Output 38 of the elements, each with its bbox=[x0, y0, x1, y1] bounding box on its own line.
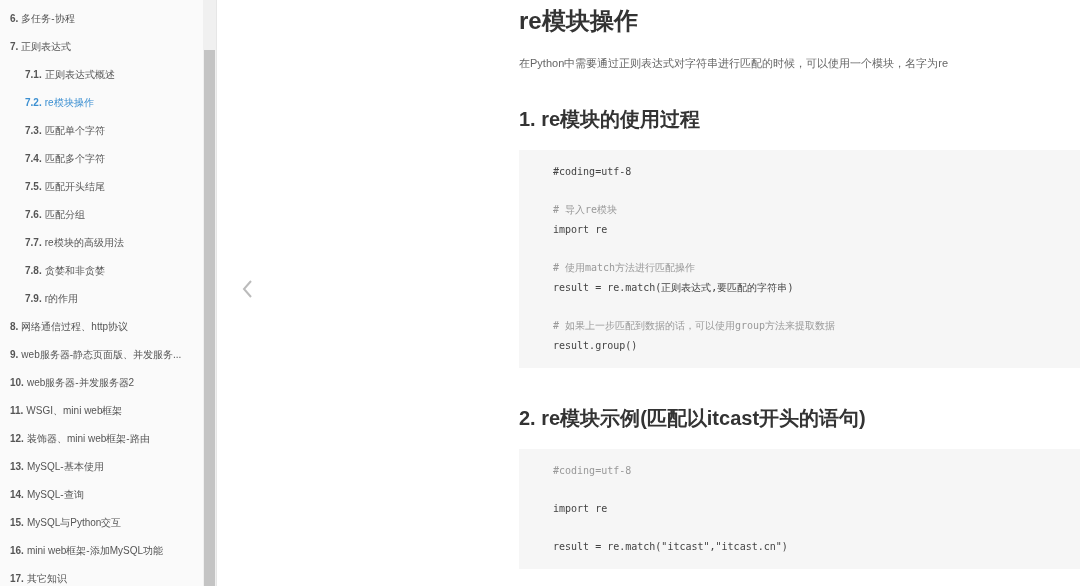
toc-link[interactable]: 13. MySQL-基本使用 bbox=[0, 453, 203, 481]
toc-link[interactable]: 7.4. 匹配多个字符 bbox=[0, 145, 203, 173]
code-comment: # 使用match方法进行匹配操作 bbox=[553, 261, 697, 275]
section-heading: 2. re模块示例(匹配以itcast开头的语句) bbox=[519, 406, 867, 431]
toc-link[interactable]: 11. WSGI、mini web框架 bbox=[0, 397, 203, 425]
toc-link[interactable]: 7.6. 匹配分组 bbox=[0, 201, 203, 229]
code-line: import re bbox=[553, 502, 609, 516]
toc-link[interactable]: 7.9. r的作用 bbox=[0, 285, 203, 313]
page-title: re模块操作 bbox=[519, 6, 639, 36]
toc-link[interactable]: 16. mini web框架-添加MySQL功能 bbox=[0, 537, 203, 565]
toc-link[interactable]: 7.2. re模块操作 bbox=[0, 89, 203, 117]
intro-paragraph: 在Python中需要通过正则表达式对字符串进行匹配的时候，可以使用一个模块，名字为re bbox=[519, 56, 950, 71]
code-line: #coding=utf-8 bbox=[553, 165, 633, 179]
code-line: result = re.match(正则表达式,要匹配的字符串) bbox=[553, 281, 795, 295]
code-comment: #coding=utf-8 bbox=[553, 464, 633, 478]
section-heading: 1. re模块的使用过程 bbox=[519, 107, 702, 132]
toc-link[interactable]: 7.1. 正则表达式概述 bbox=[0, 61, 203, 89]
toc-link[interactable]: 7.3. 匹配单个字符 bbox=[0, 117, 203, 145]
toc-link[interactable]: 7.8. 贪婪和非贪婪 bbox=[0, 257, 203, 285]
code-comment: # 导入re模块 bbox=[553, 203, 619, 217]
toc-link[interactable]: 12. 装饰器、mini web框架-路由 bbox=[0, 425, 203, 453]
code-line: result = re.match("itcast","itcast.cn") bbox=[553, 540, 789, 554]
scrollbar-track[interactable] bbox=[203, 0, 217, 586]
chevron-left-icon bbox=[240, 278, 254, 300]
toc-link[interactable]: 8. 网络通信过程、http协议 bbox=[0, 313, 203, 341]
previous-page-button[interactable] bbox=[240, 278, 254, 300]
toc-link[interactable]: 9. web服务器-静态页面版、并发服务... bbox=[0, 341, 203, 369]
toc-link[interactable]: 7.7. re模块的高级用法 bbox=[0, 229, 203, 257]
toc-link[interactable]: 7.5. 匹配开头结尾 bbox=[0, 173, 203, 201]
toc-link[interactable]: 7. 正则表达式 bbox=[0, 33, 203, 61]
toc-link[interactable]: 17. 其它知识 bbox=[0, 565, 203, 586]
toc-link[interactable]: 10. web服务器-并发服务器2 bbox=[0, 369, 203, 397]
toc-link[interactable]: 14. MySQL-查询 bbox=[0, 481, 203, 509]
code-line: import re bbox=[553, 223, 609, 237]
scrollbar-thumb[interactable] bbox=[204, 50, 215, 586]
toc-link[interactable]: 6. 多任务-协程 bbox=[0, 5, 203, 33]
toc-link[interactable]: 15. MySQL与Python交互 bbox=[0, 509, 203, 537]
code-line: result.group() bbox=[553, 339, 639, 353]
